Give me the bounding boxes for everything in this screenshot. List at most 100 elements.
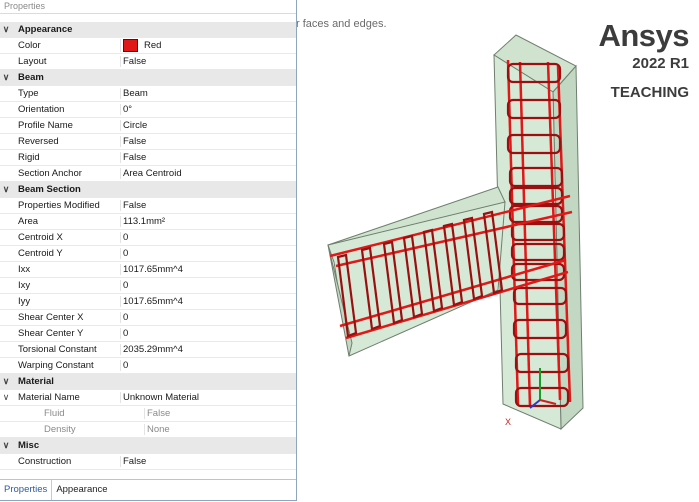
property-row[interactable]: Centroid X 0 [0, 230, 296, 246]
chevron-down-icon[interactable]: ∨ [0, 72, 12, 83]
property-value[interactable]: 0 [120, 312, 296, 323]
property-value-text: Area Centroid [123, 168, 182, 179]
property-name: Reversed [18, 136, 59, 147]
color-swatch[interactable] [123, 39, 138, 52]
property-value[interactable]: None [144, 424, 296, 435]
property-value-text: None [147, 424, 170, 435]
property-name: Centroid Y [18, 248, 63, 259]
property-row[interactable]: Warping Constant 0 [0, 358, 296, 374]
property-value[interactable]: False [120, 136, 296, 147]
property-value[interactable]: False [120, 152, 296, 163]
property-name: Material Name [18, 392, 80, 403]
property-value[interactable]: 0 [120, 248, 296, 259]
tab-appearance[interactable]: Appearance [52, 480, 111, 500]
property-value[interactable]: False [120, 200, 296, 211]
property-row[interactable]: Color Red [0, 38, 296, 54]
property-row[interactable]: Construction False [0, 454, 296, 470]
property-value-text: False [123, 136, 147, 147]
property-row[interactable]: Centroid Y 0 [0, 246, 296, 262]
property-row[interactable]: Area 113.1mm² [0, 214, 296, 230]
chevron-down-icon[interactable]: ∨ [0, 392, 12, 403]
property-value[interactable]: 0 [120, 280, 296, 291]
property-name: Area [18, 216, 39, 227]
property-value[interactable]: 0 [120, 328, 296, 339]
group-header-misc[interactable]: ∨ Misc [0, 438, 296, 454]
property-value[interactable]: 0° [120, 104, 296, 115]
property-row[interactable]: Ixx 1017.65mm^4 [0, 262, 296, 278]
property-value[interactable]: Area Centroid [120, 168, 296, 179]
property-name: Profile Name [18, 120, 73, 131]
property-row[interactable]: Fluid False [0, 406, 296, 422]
property-name: Properties Modified [18, 200, 100, 211]
property-value-text: False [147, 408, 171, 419]
group-label: Material [18, 376, 54, 387]
property-value-text: 0 [123, 248, 129, 259]
property-name: Rigid [18, 152, 40, 163]
axis-x-label: X [505, 417, 511, 427]
panel-title: Properties [0, 0, 296, 14]
property-value[interactable]: Beam [120, 88, 296, 99]
property-value-text: Circle [123, 120, 148, 131]
property-row[interactable]: Properties Modified False [0, 198, 296, 214]
property-name: Iyy [18, 296, 31, 307]
chevron-down-icon[interactable]: ∨ [0, 440, 12, 451]
property-name: Color [18, 40, 41, 51]
property-value-text: 0 [123, 312, 129, 323]
property-row[interactable]: Shear Center Y 0 [0, 326, 296, 342]
chevron-down-icon[interactable]: ∨ [0, 184, 12, 195]
group-label: Beam [18, 72, 44, 83]
property-value[interactable]: Circle [120, 120, 296, 131]
property-row[interactable]: Rigid False [0, 150, 296, 166]
property-value[interactable]: Red [120, 39, 296, 52]
property-name: Construction [18, 456, 72, 467]
property-value-text: 2035.29mm^4 [123, 344, 183, 355]
property-name: Warping Constant [18, 360, 94, 371]
property-row[interactable]: Type Beam [0, 86, 296, 102]
property-row[interactable]: Layout False [0, 54, 296, 70]
group-header-material[interactable]: ∨ Material [0, 374, 296, 390]
property-name: Ixx [18, 264, 31, 275]
property-value[interactable]: 1017.65mm^4 [120, 296, 296, 307]
tab-properties[interactable]: Properties [0, 480, 53, 500]
property-value[interactable]: False [144, 408, 296, 419]
property-name: Shear Center X [18, 312, 84, 323]
group-header-beam[interactable]: ∨ Beam [0, 70, 296, 86]
property-value-text: 0 [123, 328, 129, 339]
property-value[interactable]: False [120, 56, 296, 67]
properties-panel: Properties ∨ Appearance Color Red Layout Fals… [0, 0, 297, 501]
panel-tabs: Properties Appearance [0, 479, 296, 500]
property-value[interactable]: 0 [120, 360, 296, 371]
property-row[interactable]: Profile Name Circle [0, 118, 296, 134]
property-value-text: False [123, 56, 147, 67]
property-value[interactable]: 2035.29mm^4 [120, 344, 296, 355]
property-name: Density [44, 424, 76, 435]
chevron-down-icon[interactable]: ∨ [0, 24, 12, 35]
property-value[interactable]: 0 [120, 232, 296, 243]
group-header-appearance[interactable]: ∨ Appearance [0, 22, 296, 38]
property-value[interactable]: Unknown Material [120, 392, 296, 403]
property-grid: ∨ Appearance Color Red Layout False ∨ Beam Type B… [0, 22, 296, 470]
property-row[interactable]: Reversed False [0, 134, 296, 150]
property-row[interactable]: Section Anchor Area Centroid [0, 166, 296, 182]
property-value-text: 0° [123, 104, 133, 115]
property-name: Type [18, 88, 39, 99]
property-name: Shear Center Y [18, 328, 84, 339]
property-value-text: Beam [123, 88, 148, 99]
property-value[interactable]: 113.1mm² [120, 216, 296, 227]
property-row[interactable]: Density None [0, 422, 296, 438]
property-row[interactable]: Ixy 0 [0, 278, 296, 294]
property-row[interactable]: Torsional Constant 2035.29mm^4 [0, 342, 296, 358]
property-row[interactable]: Orientation 0° [0, 102, 296, 118]
chevron-down-icon[interactable]: ∨ [0, 376, 12, 387]
group-label: Misc [18, 440, 40, 451]
property-value-text: 1017.65mm^4 [123, 264, 183, 275]
property-value[interactable]: 1017.65mm^4 [120, 264, 296, 275]
property-value-text: 0 [123, 360, 129, 371]
group-header-beam-section[interactable]: ∨ Beam Section [0, 182, 296, 198]
property-row[interactable]: Iyy 1017.65mm^4 [0, 294, 296, 310]
property-row[interactable]: ∨ Material Name Unknown Material [0, 390, 296, 406]
group-label: Appearance [18, 24, 73, 35]
property-name: Centroid X [18, 232, 63, 243]
property-row[interactable]: Shear Center X 0 [0, 310, 296, 326]
property-value[interactable]: False [120, 456, 296, 467]
